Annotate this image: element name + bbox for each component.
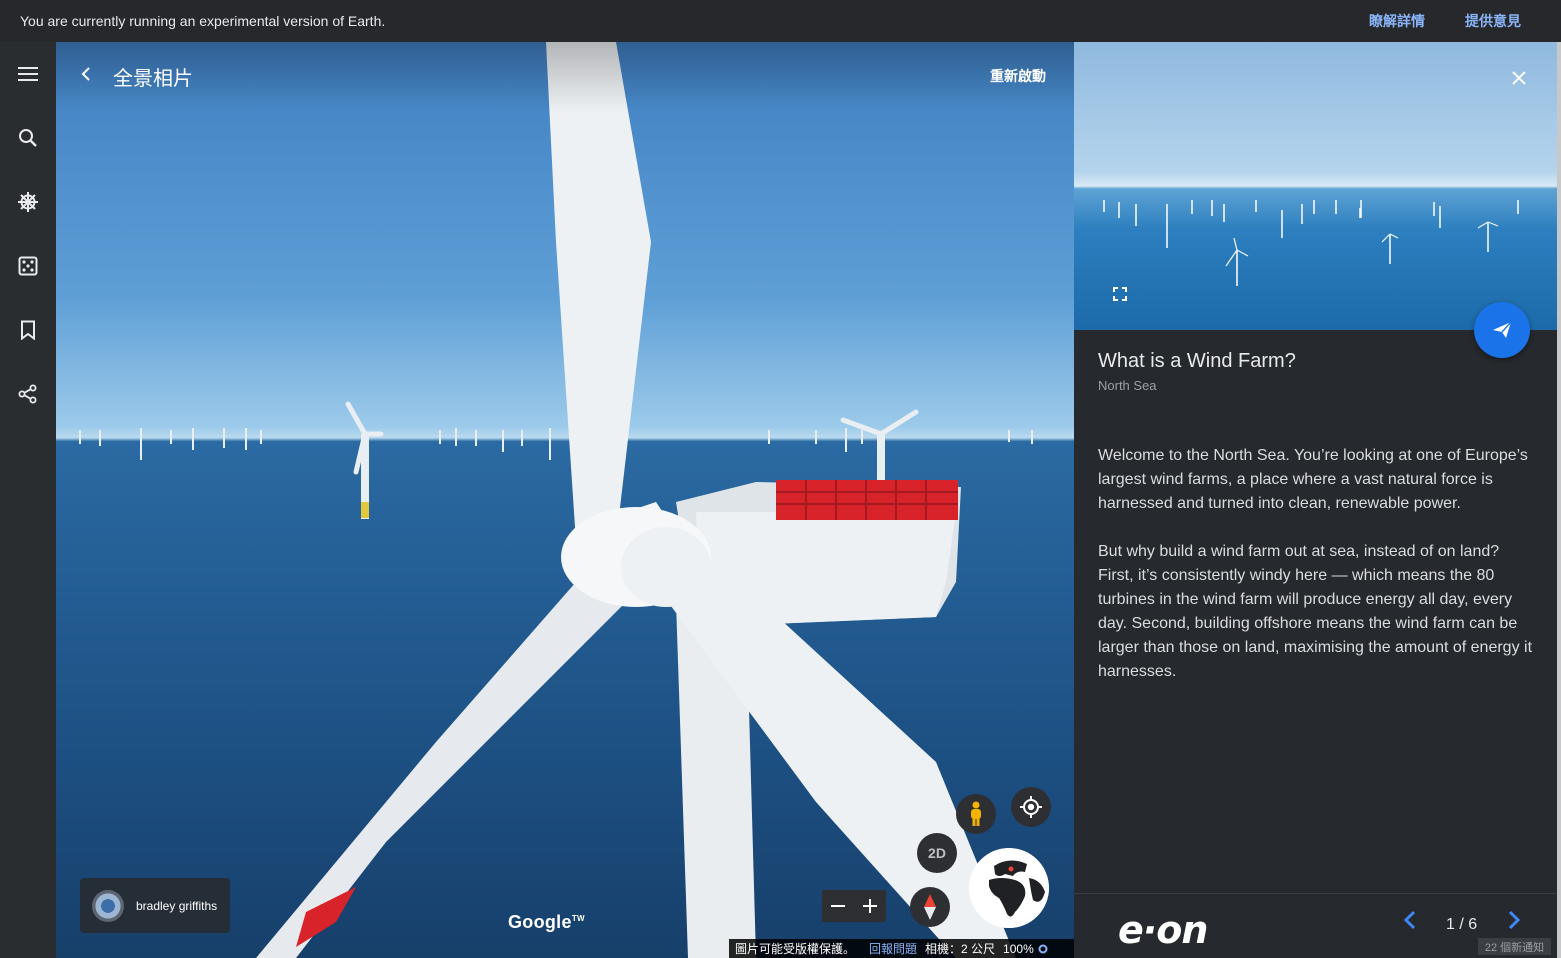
report-problem-link[interactable]: 回報問題 <box>869 940 917 957</box>
knowledge-card-panel: What is a Wind Farm? North Sea Welcome t… <box>1074 42 1557 958</box>
feeling-lucky-button[interactable] <box>14 252 42 280</box>
chevron-left-icon <box>1403 910 1416 930</box>
compass-button[interactable] <box>910 887 950 927</box>
viewer-header <box>56 42 1074 112</box>
pegman-icon <box>971 801 981 826</box>
zoom-control <box>822 890 886 922</box>
minus-icon <box>831 905 845 907</box>
copyright-notice: 圖片可能受版權保護。 <box>735 942 856 956</box>
load-percentage: 100% <box>1003 941 1034 956</box>
contributor-name: bradley griffiths <box>136 898 218 913</box>
view-mode-button[interactable]: 2D <box>917 833 957 873</box>
menu-button[interactable] <box>14 60 42 88</box>
fullscreen-button[interactable] <box>1110 284 1130 304</box>
projects-button[interactable] <box>14 316 42 344</box>
compass-icon <box>924 894 936 920</box>
fullscreen-icon <box>1113 287 1127 301</box>
search-icon <box>19 129 37 147</box>
panorama-image <box>79 42 1033 958</box>
fly-to-button[interactable] <box>1474 302 1530 358</box>
close-icon <box>1512 71 1526 85</box>
restart-button[interactable]: 重新啟動 <box>990 66 1046 86</box>
previous-card-button[interactable] <box>1398 908 1422 932</box>
zoom-out-button[interactable] <box>822 890 854 922</box>
viewer-title: 全景相片 <box>113 68 193 90</box>
mini-globe[interactable] <box>969 848 1049 928</box>
status-bar: 圖片可能受版權保護。 回報問題 相機：2 公尺 100% <box>729 939 1074 958</box>
bookmark-icon <box>21 320 35 340</box>
banner-message: You are currently running an experimenta… <box>20 13 386 29</box>
close-button[interactable] <box>1507 66 1531 90</box>
feedback-link[interactable]: 提供意見 <box>1465 11 1521 31</box>
wind-farm-photo <box>1103 200 1519 286</box>
zoom-in-button[interactable] <box>854 890 886 922</box>
camera-altitude: 相機：2 公尺 <box>925 942 996 956</box>
google-logo-region: TW <box>571 914 585 923</box>
card-paragraph: But why build a wind farm out at sea, in… <box>1098 543 1533 680</box>
card-description: Welcome to the North Sea. You’re looking… <box>1098 444 1538 708</box>
chevron-left-icon <box>81 67 90 81</box>
avatar <box>92 889 124 922</box>
google-logo-text: Google <box>508 912 572 932</box>
share-icon <box>18 384 37 404</box>
feeling-lucky-dice-icon <box>18 256 38 276</box>
page-counter: 1 / 6 <box>1446 916 1478 933</box>
pegman-button[interactable] <box>956 794 996 834</box>
google-logo: GoogleTW <box>508 912 585 933</box>
experimental-banner: You are currently running an experimenta… <box>0 0 1561 42</box>
panorama-viewer[interactable]: 全景相片 重新啟動 bradley griffiths GoogleTW 2D … <box>56 42 1074 958</box>
search-button[interactable] <box>14 124 42 152</box>
my-location-icon <box>1020 796 1042 818</box>
next-card-button[interactable] <box>1502 908 1526 932</box>
menu-icon <box>18 67 38 81</box>
learn-more-link[interactable]: 瞭解詳情 <box>1369 11 1425 31</box>
loading-ring-icon <box>1038 944 1048 953</box>
globe-icon <box>969 848 1049 928</box>
send-icon <box>1493 321 1512 338</box>
contributor-card[interactable]: bradley griffiths <box>80 878 230 933</box>
voyager-button[interactable] <box>14 188 42 216</box>
plus-icon <box>863 899 877 913</box>
sidebar <box>0 42 56 958</box>
knowledge-card-image <box>1074 42 1557 330</box>
sponsor-logo: e·on <box>1118 908 1208 952</box>
card-subtitle: North Sea <box>1098 378 1157 393</box>
window-scrollbar[interactable] <box>1557 42 1561 958</box>
back-button[interactable] <box>74 62 98 86</box>
card-paragraph: Welcome to the North Sea. You’re looking… <box>1098 447 1528 512</box>
card-title: What is a Wind Farm? <box>1098 350 1296 372</box>
voyager-wheel-icon <box>18 192 38 212</box>
chevron-right-icon <box>1508 910 1521 930</box>
my-location-button[interactable] <box>1011 787 1051 827</box>
notification-badge[interactable]: 22 個新通知 <box>1478 938 1551 955</box>
share-button[interactable] <box>14 380 42 408</box>
